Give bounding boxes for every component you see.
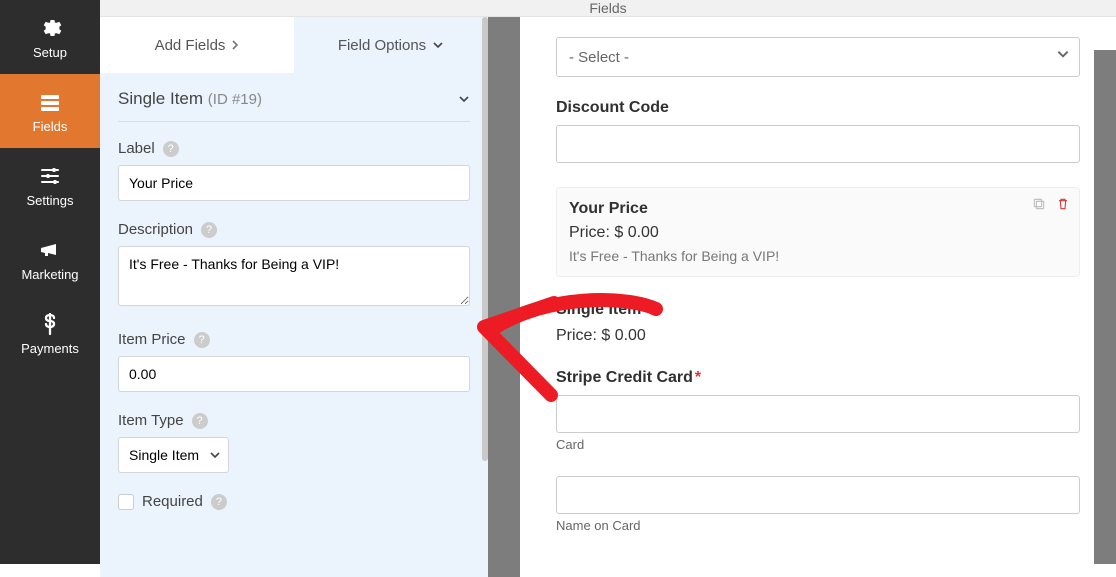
required-asterisk: *: [695, 369, 701, 386]
help-icon[interactable]: ?: [194, 332, 210, 348]
item-type-select[interactable]: Single Item: [118, 437, 229, 473]
group-title: Single Item (ID #19): [118, 89, 262, 109]
tab-add-fields[interactable]: Add Fields: [100, 17, 294, 73]
name-on-card-input[interactable]: [556, 476, 1080, 514]
item-price-input[interactable]: [118, 356, 470, 392]
chevron-right-icon: [231, 39, 239, 51]
tab-label: Field Options: [338, 37, 426, 54]
label-field-label: Label: [118, 140, 155, 157]
label-input[interactable]: [118, 165, 470, 201]
bullhorn-icon: [37, 237, 63, 263]
help-icon[interactable]: ?: [201, 222, 217, 238]
required-checkbox[interactable]: [118, 494, 134, 510]
chevron-down-icon: [458, 95, 470, 103]
help-icon[interactable]: ?: [192, 413, 208, 429]
your-price-field-block[interactable]: Your Price Price: $ 0.00 It's Free - Tha…: [556, 187, 1080, 277]
sidebar-item-settings[interactable]: Settings: [0, 148, 100, 222]
sidebar-item-marketing[interactable]: Marketing: [0, 222, 100, 296]
price-value: Price: $ 0.00: [556, 327, 1080, 345]
price-description: It's Free - Thanks for Being a VIP!: [569, 248, 1067, 264]
sidebar-item-setup[interactable]: Setup: [0, 0, 100, 74]
trash-icon[interactable]: [1055, 196, 1071, 212]
gear-icon: [37, 15, 63, 41]
help-icon[interactable]: ?: [211, 494, 227, 510]
chevron-down-icon: [432, 41, 444, 49]
gutter: [1094, 50, 1116, 564]
item-price-field-label: Item Price: [118, 331, 186, 348]
sliders-icon: [37, 163, 63, 189]
stripe-label: Stripe Credit Card*: [556, 369, 1080, 387]
item-type-field-label: Item Type: [118, 412, 184, 429]
scrollbar[interactable]: [482, 17, 488, 461]
group-header[interactable]: Single Item (ID #19): [118, 73, 470, 122]
sidebar-item-label: Settings: [27, 193, 74, 208]
dollar-icon: [37, 311, 63, 337]
sidebar-item-label: Marketing: [21, 267, 78, 282]
tab-label: Add Fields: [155, 37, 226, 54]
sidebar-item-payments[interactable]: Payments: [0, 296, 100, 370]
duplicate-icon[interactable]: [1031, 196, 1047, 212]
card-input[interactable]: [556, 395, 1080, 433]
discount-code-label: Discount Code: [556, 99, 1080, 117]
sidebar-item-fields[interactable]: Fields: [0, 74, 100, 148]
price-value: Price: $ 0.00: [569, 224, 1067, 242]
name-sublabel: Name on Card: [556, 518, 1080, 533]
sidebar: Setup Fields Settings Marketing Payments: [0, 0, 100, 564]
sidebar-item-label: Payments: [21, 341, 79, 356]
gutter: [488, 17, 520, 577]
page-title: Fields: [589, 0, 626, 16]
card-sublabel: Card: [556, 437, 1080, 452]
tab-field-options[interactable]: Field Options: [294, 17, 488, 73]
sidebar-item-label: Setup: [33, 45, 67, 60]
description-input[interactable]: It's Free - Thanks for Being a VIP!: [118, 246, 470, 306]
page-header: Fields: [100, 0, 1116, 17]
form-preview: - Select - Discount Code Your Price Pric…: [520, 17, 1116, 577]
preview-dropdown[interactable]: - Select -: [556, 37, 1080, 77]
field-options-panel: Add Fields Field Options Single Item (ID…: [100, 17, 488, 577]
single-item-label: Single Item: [556, 301, 1080, 319]
help-icon[interactable]: ?: [163, 141, 179, 157]
description-field-label: Description: [118, 221, 193, 238]
required-label: Required: [142, 493, 203, 510]
sidebar-item-label: Fields: [33, 119, 68, 134]
group-meta: (ID #19): [208, 91, 262, 108]
discount-code-input[interactable]: [556, 125, 1080, 163]
your-price-label: Your Price: [569, 200, 1067, 218]
fields-icon: [37, 89, 63, 115]
